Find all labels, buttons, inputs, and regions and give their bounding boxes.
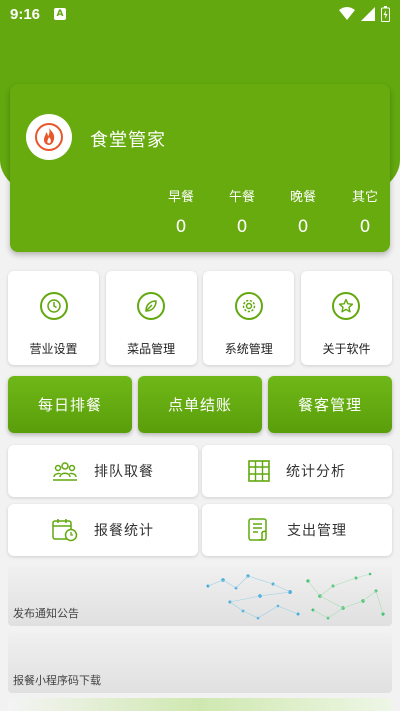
gear-icon	[234, 292, 263, 320]
table-grid-icon	[248, 460, 270, 482]
leaf-icon	[137, 292, 166, 320]
battery-icon	[381, 6, 390, 22]
app-logo	[26, 114, 72, 160]
queue-pickup-button[interactable]: 排队取餐	[8, 445, 198, 497]
expense-management-button[interactable]: 支出管理	[202, 504, 392, 556]
about-software-tile[interactable]: 关于软件	[300, 271, 392, 365]
tile-label: 营业设置	[29, 342, 78, 356]
status-bar: 9:16 A	[0, 0, 400, 28]
notification-icon: A	[54, 8, 67, 20]
button-label: 排队取餐	[94, 464, 154, 480]
meal-lunch: 午餐 0	[212, 186, 272, 237]
status-time: 9:16	[10, 5, 41, 23]
meal-label: 晚餐	[289, 190, 316, 205]
meal-count: 0	[297, 217, 309, 237]
button-label: 报餐统计	[94, 523, 154, 539]
calendar-clock-icon	[52, 519, 78, 542]
app-title: 食堂管家	[90, 130, 166, 151]
dish-management-tile[interactable]: 菜品管理	[105, 271, 197, 365]
system-management-tile[interactable]: 系统管理	[203, 271, 295, 365]
meal-report-stats-button[interactable]: 报餐统计	[8, 504, 198, 556]
announcement-banner[interactable]: 发布通知公告	[8, 566, 392, 626]
meal-breakfast: 早餐 0	[151, 186, 211, 237]
meal-count: 0	[175, 217, 187, 237]
clock-icon	[39, 292, 68, 320]
statistics-analysis-button[interactable]: 统计分析	[202, 445, 392, 497]
meal-dinner: 晚餐 0	[273, 186, 333, 237]
secondary-actions-row-1: 排队取餐 统计分析	[8, 445, 392, 497]
function-grid: 营业设置 菜品管理 系统管理 关于软件	[8, 271, 392, 365]
diner-management-button[interactable]: 餐客管理	[268, 376, 392, 433]
banner-label: 发布通知公告	[13, 607, 79, 620]
tile-label: 菜品管理	[127, 342, 176, 356]
more-banner[interactable]	[8, 698, 392, 711]
meal-count: 0	[359, 217, 371, 237]
order-checkout-button[interactable]: 点单结账	[138, 376, 262, 433]
tile-label: 系统管理	[224, 342, 273, 356]
meal-label: 午餐	[228, 190, 255, 205]
flame-icon	[35, 123, 63, 151]
star-icon	[332, 292, 361, 320]
wifi-icon	[339, 7, 355, 20]
business-settings-tile[interactable]: 营业设置	[8, 271, 99, 365]
secondary-actions-row-2: 报餐统计 支出管理	[8, 504, 392, 556]
meal-label: 其它	[351, 190, 378, 205]
signal-icon	[361, 7, 375, 21]
bill-icon	[248, 518, 267, 541]
primary-actions: 每日排餐 点单结账 餐客管理	[8, 376, 392, 433]
meal-label: 早餐	[167, 190, 194, 205]
tile-label: 关于软件	[322, 342, 371, 356]
button-label: 支出管理	[287, 523, 347, 539]
banner-label: 报餐小程序码下载	[13, 674, 101, 687]
meal-other: 其它 0	[335, 186, 395, 237]
meal-count: 0	[236, 217, 248, 237]
queue-people-icon	[53, 462, 77, 481]
mini-program-qr-banner[interactable]: 报餐小程序码下载	[8, 633, 392, 693]
daily-menu-button[interactable]: 每日排餐	[8, 376, 132, 433]
summary-card: 食堂管家 早餐 0 午餐 0 晚餐 0 其它 0	[10, 84, 390, 252]
button-label: 统计分析	[286, 464, 346, 480]
